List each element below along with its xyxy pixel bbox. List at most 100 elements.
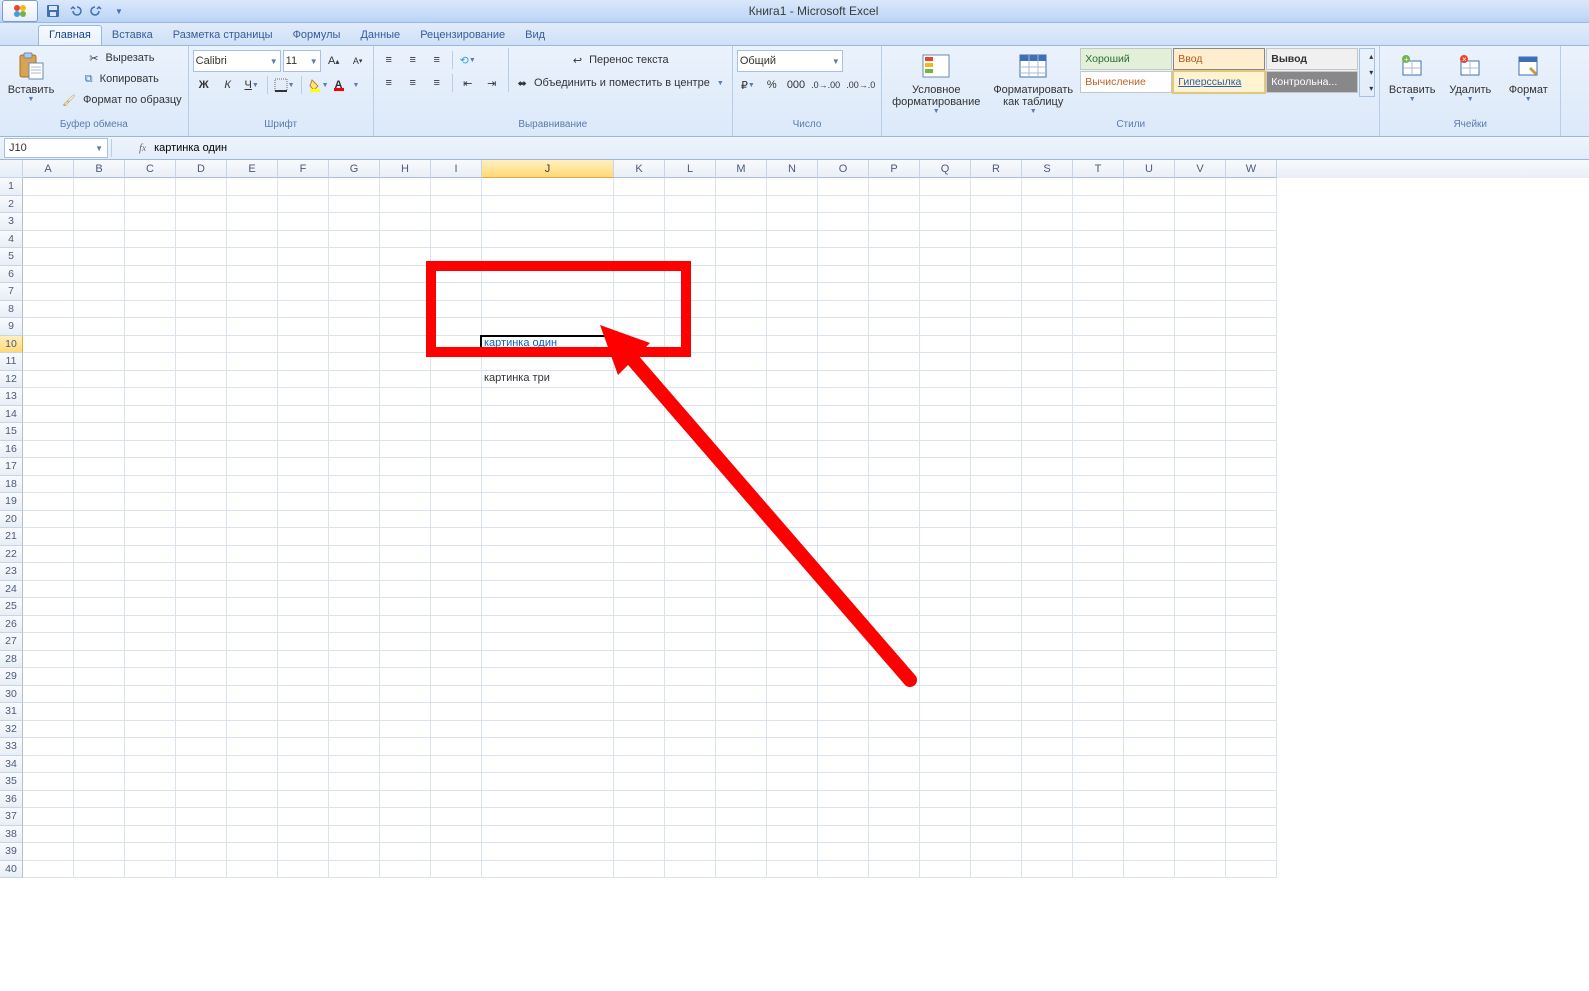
cell-G26[interactable] <box>329 616 380 634</box>
cell-B34[interactable] <box>74 756 125 774</box>
cell-Q35[interactable] <box>920 773 971 791</box>
cell-F28[interactable] <box>278 651 329 669</box>
cell-V18[interactable] <box>1175 476 1226 494</box>
cell-M14[interactable] <box>716 406 767 424</box>
cell-C7[interactable] <box>125 283 176 301</box>
cell-O25[interactable] <box>818 598 869 616</box>
cell-T29[interactable] <box>1073 668 1124 686</box>
cell-C15[interactable] <box>125 423 176 441</box>
cell-K4[interactable] <box>614 231 665 249</box>
tab-данные[interactable]: Данные <box>350 26 410 45</box>
cell-R18[interactable] <box>971 476 1022 494</box>
cell-I2[interactable] <box>431 196 482 214</box>
cell-K32[interactable] <box>614 721 665 739</box>
cell-S1[interactable] <box>1022 178 1073 196</box>
cell-W3[interactable] <box>1226 213 1277 231</box>
cell-B30[interactable] <box>74 686 125 704</box>
row-header-10[interactable]: 10 <box>0 336 23 354</box>
cell-W30[interactable] <box>1226 686 1277 704</box>
cell-O21[interactable] <box>818 528 869 546</box>
cell-E27[interactable] <box>227 633 278 651</box>
cell-G19[interactable] <box>329 493 380 511</box>
cell-E29[interactable] <box>227 668 278 686</box>
cell-L20[interactable] <box>665 511 716 529</box>
cell-I21[interactable] <box>431 528 482 546</box>
cell-P15[interactable] <box>869 423 920 441</box>
cell-O20[interactable] <box>818 511 869 529</box>
cell-R38[interactable] <box>971 826 1022 844</box>
cell-C5[interactable] <box>125 248 176 266</box>
cell-Q9[interactable] <box>920 318 971 336</box>
cell-D17[interactable] <box>176 458 227 476</box>
cell-M23[interactable] <box>716 563 767 581</box>
cell-U16[interactable] <box>1124 441 1175 459</box>
cell-G4[interactable] <box>329 231 380 249</box>
cell-Q20[interactable] <box>920 511 971 529</box>
cell-I6[interactable] <box>431 266 482 284</box>
row-header-7[interactable]: 7 <box>0 283 23 301</box>
cell-J17[interactable] <box>482 458 614 476</box>
italic-button[interactable]: К <box>217 75 239 95</box>
row-header-4[interactable]: 4 <box>0 231 23 249</box>
cell-T4[interactable] <box>1073 231 1124 249</box>
cell-K31[interactable] <box>614 703 665 721</box>
cell-O24[interactable] <box>818 581 869 599</box>
cell-O11[interactable] <box>818 353 869 371</box>
cell-Q29[interactable] <box>920 668 971 686</box>
col-header-G[interactable]: G <box>329 160 380 178</box>
cell-M37[interactable] <box>716 808 767 826</box>
cell-R34[interactable] <box>971 756 1022 774</box>
cell-D7[interactable] <box>176 283 227 301</box>
cell-N2[interactable] <box>767 196 818 214</box>
cell-F40[interactable] <box>278 861 329 879</box>
cell-Q36[interactable] <box>920 791 971 809</box>
cell-I32[interactable] <box>431 721 482 739</box>
row-header-12[interactable]: 12 <box>0 371 23 389</box>
cell-H14[interactable] <box>380 406 431 424</box>
wrap-text-button[interactable]: ↩ Перенос текста <box>514 50 728 70</box>
cell-T24[interactable] <box>1073 581 1124 599</box>
cell-V9[interactable] <box>1175 318 1226 336</box>
cell-B3[interactable] <box>74 213 125 231</box>
cell-V14[interactable] <box>1175 406 1226 424</box>
cell-P3[interactable] <box>869 213 920 231</box>
cell-U17[interactable] <box>1124 458 1175 476</box>
decrease-font-button[interactable]: A▾ <box>347 51 369 71</box>
cell-J29[interactable] <box>482 668 614 686</box>
cell-S30[interactable] <box>1022 686 1073 704</box>
cell-A7[interactable] <box>23 283 74 301</box>
cell-R9[interactable] <box>971 318 1022 336</box>
cell-M33[interactable] <box>716 738 767 756</box>
cell-F2[interactable] <box>278 196 329 214</box>
cell-O15[interactable] <box>818 423 869 441</box>
cell-J8[interactable] <box>482 301 614 319</box>
cell-V38[interactable] <box>1175 826 1226 844</box>
col-header-I[interactable]: I <box>431 160 482 178</box>
copy-button[interactable]: ⧉ Копировать <box>60 69 184 89</box>
cell-N22[interactable] <box>767 546 818 564</box>
cell-H30[interactable] <box>380 686 431 704</box>
cell-W8[interactable] <box>1226 301 1277 319</box>
cell-C40[interactable] <box>125 861 176 879</box>
cell-G37[interactable] <box>329 808 380 826</box>
cell-B37[interactable] <box>74 808 125 826</box>
cell-J33[interactable] <box>482 738 614 756</box>
cell-K38[interactable] <box>614 826 665 844</box>
cell-Q30[interactable] <box>920 686 971 704</box>
cell-D35[interactable] <box>176 773 227 791</box>
cell-T18[interactable] <box>1073 476 1124 494</box>
cell-F16[interactable] <box>278 441 329 459</box>
row-header-27[interactable]: 27 <box>0 633 23 651</box>
cell-R6[interactable] <box>971 266 1022 284</box>
cell-F19[interactable] <box>278 493 329 511</box>
cell-N32[interactable] <box>767 721 818 739</box>
cell-P28[interactable] <box>869 651 920 669</box>
cell-T15[interactable] <box>1073 423 1124 441</box>
cell-K39[interactable] <box>614 843 665 861</box>
cell-F37[interactable] <box>278 808 329 826</box>
cell-I8[interactable] <box>431 301 482 319</box>
cell-U32[interactable] <box>1124 721 1175 739</box>
cell-L4[interactable] <box>665 231 716 249</box>
cell-D6[interactable] <box>176 266 227 284</box>
cell-N20[interactable] <box>767 511 818 529</box>
